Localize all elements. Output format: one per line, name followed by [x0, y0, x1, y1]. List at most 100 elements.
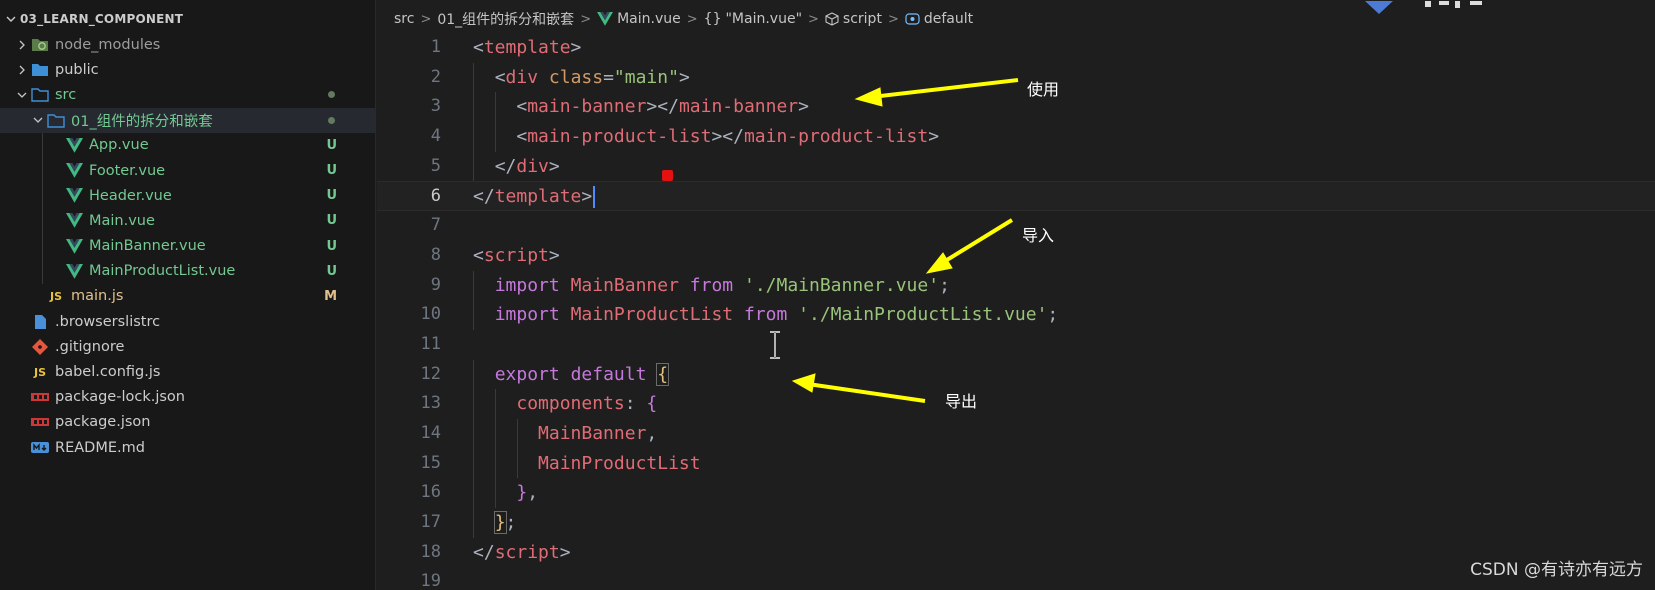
code-line[interactable]: 8 <script>	[377, 241, 1655, 271]
indent-guide	[42, 132, 43, 158]
git-status-badge: U	[326, 188, 337, 204]
tree-item-browserslistrc[interactable]: .browserslistrc	[0, 309, 375, 334]
breadcrumb-component[interactable]: "Main.vue"	[725, 11, 802, 27]
git-status-badge: M	[324, 288, 337, 304]
file-tree: node_modules public src 01_组件的拆分和嵌套 App.…	[0, 32, 375, 460]
tree-item-footer-vue[interactable]: Footer.vue U	[0, 157, 375, 184]
code-line[interactable]: 16 },	[377, 478, 1655, 508]
code-line[interactable]: 1 <template>	[377, 33, 1655, 63]
folder-open-icon	[30, 86, 50, 104]
indent-guide	[42, 157, 43, 184]
git-status-badge: U	[326, 263, 337, 279]
code-line[interactable]: 12 export default {	[377, 359, 1655, 390]
tree-item-header-vue[interactable]: Header.vue U	[0, 183, 375, 209]
tree-item-main-js[interactable]: JS main.js M	[0, 284, 375, 309]
code-editor[interactable]: src > 01_组件的拆分和嵌套 > Main.vue > {} "Main.…	[377, 0, 1655, 590]
vue-icon	[64, 162, 84, 180]
line-number: 14	[420, 422, 441, 443]
tree-item-app-vue[interactable]: App.vue U	[0, 132, 375, 158]
line-number: 19	[420, 571, 441, 590]
line-number: 7	[430, 215, 441, 236]
code-line[interactable]: 9 import MainBanner from './MainBanner.v…	[377, 270, 1655, 301]
code-line[interactable]: 14 MainBanner,	[377, 418, 1655, 449]
code-line[interactable]: 10 import MainProductList from './MainPr…	[377, 300, 1655, 330]
file-icon	[30, 313, 50, 331]
indent-guide	[42, 258, 43, 284]
git-status-badge: U	[326, 238, 337, 254]
breadcrumb-symbol[interactable]: default	[924, 11, 973, 27]
code-line-current[interactable]: 6 </template>	[377, 181, 1655, 212]
code-line[interactable]: 18 </script>	[377, 538, 1655, 568]
chevron-right-icon: >	[887, 11, 899, 27]
tree-item-mainbanner-vue[interactable]: MainBanner.vue U	[0, 233, 375, 259]
annotation-import: 导入	[1022, 226, 1055, 245]
git-status-badge: U	[326, 163, 337, 179]
code-line[interactable]: 2 <div class="main">	[377, 62, 1655, 93]
line-number: 10	[420, 304, 441, 325]
code-line[interactable]: 5 </div>	[377, 151, 1655, 182]
braces-icon: {}	[703, 11, 722, 27]
chevron-right-icon: >	[808, 11, 819, 27]
tree-item-package-lock[interactable]: package-lock.json	[0, 385, 375, 410]
js-icon: JS	[33, 365, 46, 379]
line-number: 9	[430, 274, 441, 295]
explorer-root-label: 03_LEARN_COMPONENT	[20, 12, 184, 26]
line-number: 1	[430, 37, 441, 57]
code-line[interactable]: 13 components: {	[377, 389, 1655, 419]
breadcrumb-file[interactable]: Main.vue	[617, 11, 681, 27]
line-number: 12	[420, 363, 441, 384]
code-line[interactable]: 11	[377, 330, 1655, 360]
chevron-down-icon	[30, 116, 46, 124]
line-number: 5	[430, 155, 441, 176]
tree-item-label: .browserslistrc	[55, 313, 161, 330]
changes-dot	[328, 116, 335, 124]
tree-item-readme[interactable]: README.md	[0, 435, 375, 460]
git-icon	[30, 338, 50, 356]
code-line[interactable]: 7	[377, 211, 1655, 241]
line-number: 11	[420, 333, 441, 354]
tree-item-babel-config[interactable]: JS babel.config.js	[0, 359, 375, 384]
markdown-icon	[30, 439, 50, 457]
indent-guide	[42, 233, 43, 259]
breadcrumb-section[interactable]: script	[843, 11, 882, 27]
line-number: 15	[420, 452, 441, 473]
code-line[interactable]: 15 MainProductList	[377, 448, 1655, 479]
tree-item-mainproductlist-vue[interactable]: MainProductList.vue U	[0, 258, 375, 284]
tree-item-label: .gitignore	[55, 338, 125, 355]
tree-item-src[interactable]: src	[0, 82, 375, 107]
breadcrumb-src[interactable]: src	[394, 11, 414, 27]
tree-item-main-vue[interactable]: Main.vue U	[0, 208, 375, 234]
folder-icon	[30, 61, 50, 79]
line-number: 3	[430, 96, 441, 117]
tree-item-node-modules[interactable]: node_modules	[0, 32, 375, 57]
indent-guide	[42, 208, 43, 234]
code-line[interactable]: 19	[377, 567, 1655, 590]
chevron-down-icon	[14, 91, 30, 99]
code-area[interactable]: 1 <template> 2 <div class="main"> 3 <main…	[377, 33, 1655, 590]
vue-icon	[64, 187, 84, 205]
chevron-down-icon	[4, 14, 18, 24]
code-line[interactable]: 3 <main-banner></main-banner>	[377, 92, 1655, 123]
breadcrumb-folder[interactable]: 01_组件的拆分和嵌套	[437, 9, 574, 29]
node-modules-folder-icon	[30, 36, 50, 54]
red-marker	[662, 170, 673, 181]
vue-icon	[64, 212, 84, 230]
vue-icon	[64, 262, 84, 280]
npm-icon	[30, 388, 50, 406]
chevron-right-icon: >	[420, 11, 432, 27]
folder-open-icon	[46, 111, 66, 129]
tree-item-gitignore[interactable]: .gitignore	[0, 334, 375, 359]
line-number: 16	[420, 482, 441, 503]
chevron-right-icon: >	[580, 11, 592, 27]
line-number: 8	[430, 244, 441, 265]
code-line[interactable]: 17 };	[377, 508, 1655, 538]
vue-icon	[597, 12, 614, 26]
code-line[interactable]: 4 <main-product-list></main-product-list…	[377, 122, 1655, 152]
tree-item-label: package.json	[55, 414, 151, 431]
tree-item-public[interactable]: public	[0, 57, 375, 82]
tree-item-label: src	[55, 86, 77, 103]
tree-item-folder-01[interactable]: 01_组件的拆分和嵌套	[0, 107, 375, 133]
csdn-watermark: CSDN @有诗亦有远方	[1470, 560, 1643, 580]
tree-item-package-json[interactable]: package.json	[0, 410, 375, 435]
line-number: 6	[430, 186, 441, 207]
